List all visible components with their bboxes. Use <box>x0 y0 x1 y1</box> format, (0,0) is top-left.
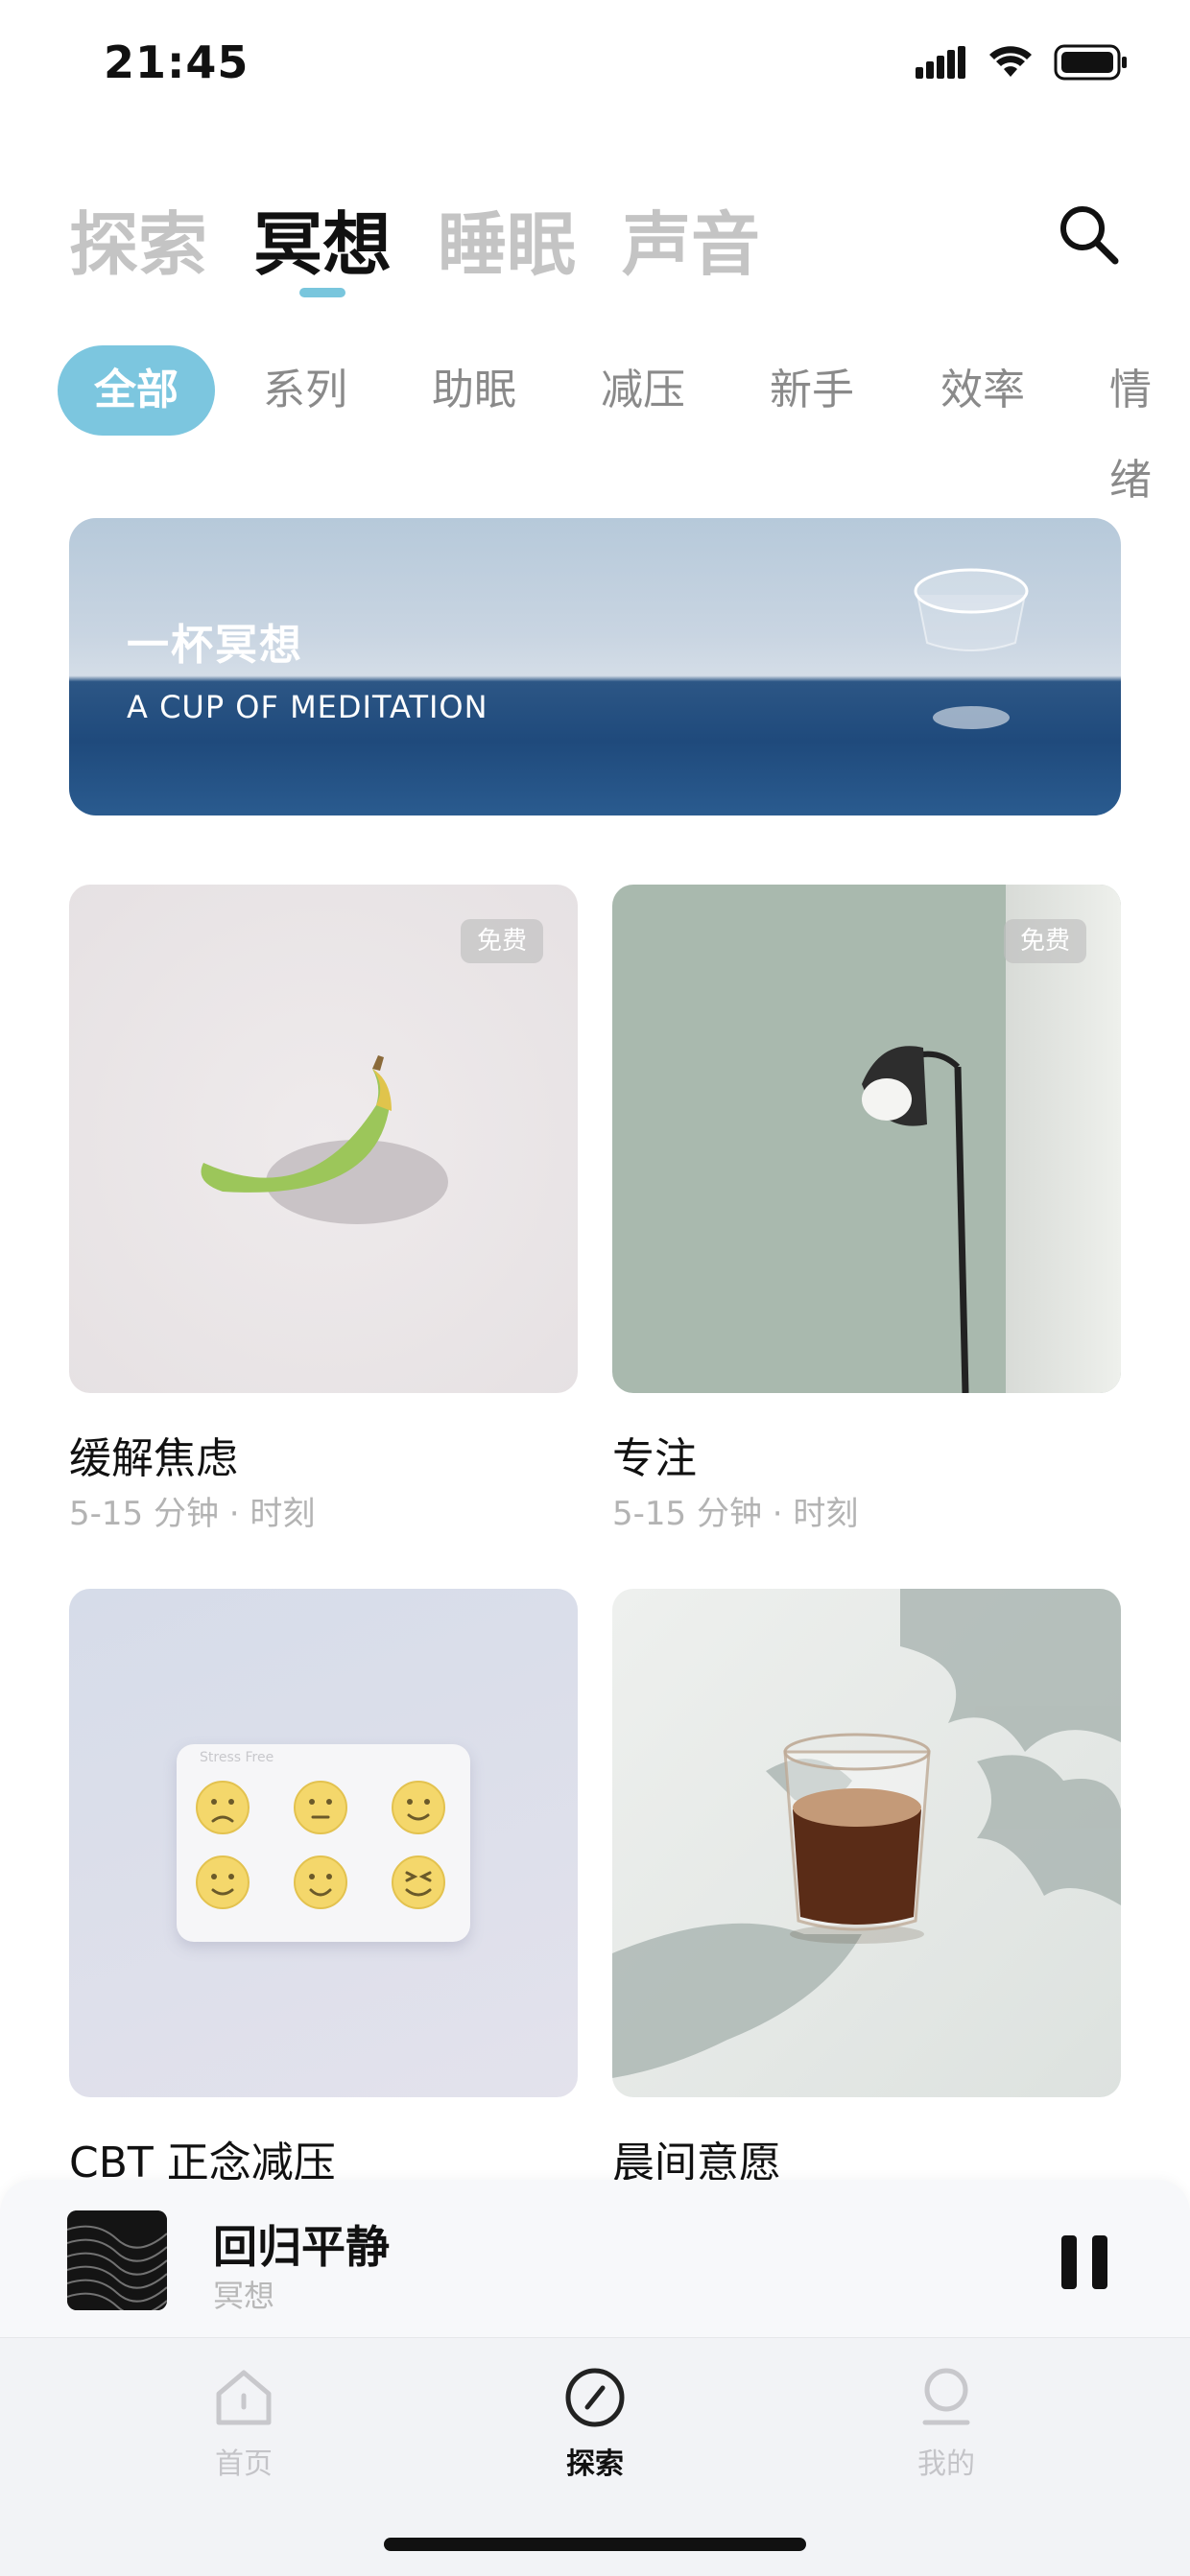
mini-player[interactable]: 回归平静 冥想 <box>0 2180 1190 2337</box>
pause-icon[interactable] <box>1059 2233 1109 2291</box>
category-beginner[interactable]: 新手 <box>770 345 854 436</box>
active-tab-indicator <box>299 288 345 297</box>
glass-illustration <box>914 568 1029 729</box>
category-efficiency[interactable]: 效率 <box>940 345 1025 436</box>
status-time: 21:45 <box>104 36 250 88</box>
player-subtitle: 冥想 <box>213 2278 275 2314</box>
banner-title: 一杯冥想 <box>127 621 303 670</box>
free-badge: 免费 <box>1004 919 1086 963</box>
home-indicator <box>384 2538 806 2551</box>
compass-icon <box>565 2368 625 2427</box>
lamp-illustration <box>862 1046 969 1393</box>
card-title: 专注 <box>612 1434 697 1483</box>
battery-icon <box>1054 44 1127 81</box>
card-cbt-mindfulness[interactable]: Stress Free <box>69 1589 578 2097</box>
profile-icon <box>922 2368 970 2425</box>
tab-home[interactable]: 首页 <box>177 2367 311 2482</box>
tab-explore[interactable]: 探索 <box>69 188 207 289</box>
card-subtitle: 5-15 分钟 · 时刻 <box>69 1495 316 1533</box>
wifi-icon <box>989 46 1032 77</box>
banner-subtitle: A CUP OF MEDITATION <box>127 689 488 725</box>
signal-icon <box>916 46 965 79</box>
tab-label: 首页 <box>215 2447 273 2481</box>
banana-illustration <box>201 1055 448 1224</box>
tab-label: 我的 <box>917 2447 975 2481</box>
category-sleep-aid[interactable]: 助眠 <box>432 345 516 436</box>
emoji-pills <box>196 1781 445 1909</box>
banner-cup-of-meditation[interactable]: 一杯冥想 A CUP OF MEDITATION <box>69 518 1121 815</box>
tab-sleep[interactable]: 睡眠 <box>438 188 576 289</box>
category-all[interactable]: 全部 <box>58 345 215 436</box>
free-badge: 免费 <box>461 919 543 963</box>
tab-label: 探索 <box>566 2447 624 2481</box>
category-series[interactable]: 系列 <box>263 345 347 436</box>
card-morning-intention[interactable] <box>612 1589 1121 2097</box>
category-emotion[interactable]: 情绪 <box>1109 345 1190 505</box>
home-icon <box>216 2370 272 2425</box>
card-anxiety-relief[interactable]: 免费 <box>69 885 578 1393</box>
tab-sound[interactable]: 声音 <box>622 188 760 289</box>
card-title: 缓解焦虑 <box>69 1434 238 1483</box>
pill-box: Stress Free <box>177 1744 470 1942</box>
tab-explore-nav[interactable]: 探索 <box>528 2367 662 2482</box>
pill-box-label: Stress Free <box>200 1750 274 1765</box>
tab-meditation[interactable]: 冥想 <box>253 188 392 289</box>
player-title: 回归平静 <box>213 2221 390 2273</box>
coffee-glass-illustration <box>783 1733 931 1944</box>
search-icon[interactable] <box>1054 200 1123 269</box>
status-icons <box>916 44 1129 81</box>
player-artwork <box>67 2210 167 2310</box>
tab-profile[interactable]: 我的 <box>879 2367 1013 2482</box>
category-stress-relief[interactable]: 减压 <box>601 345 685 436</box>
bottom-tab-bar: 首页 探索 我的 <box>0 2337 1190 2576</box>
card-focus[interactable]: 免费 <box>612 885 1121 1393</box>
card-subtitle: 5-15 分钟 · 时刻 <box>612 1495 859 1533</box>
